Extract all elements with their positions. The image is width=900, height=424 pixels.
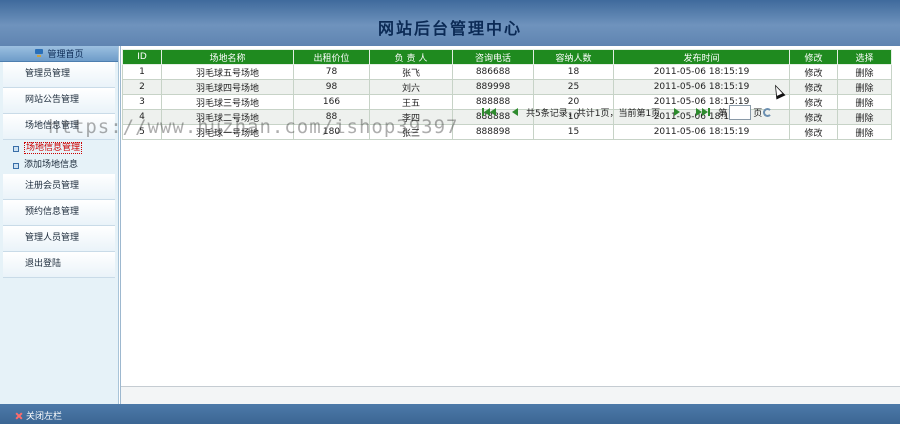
next-page-icon[interactable] (674, 107, 681, 117)
cell-price: 78 (293, 64, 370, 80)
cell-date: 2011-05-06 18:15:19 (613, 124, 790, 140)
cell-name: 羽毛球三号场地 (161, 94, 294, 110)
prev-page-icon[interactable] (512, 107, 518, 117)
sidebar-item-venue[interactable]: 场地信息管理 (3, 114, 115, 140)
header-banner: 网站后台管理中心 (0, 0, 900, 46)
cell-price: 180 (293, 124, 370, 140)
edit-link[interactable]: 修改 (789, 124, 838, 140)
cell-id: 4 (122, 109, 162, 125)
goto-label: 第 (718, 108, 728, 119)
column-header: 容纳人数 (533, 49, 614, 65)
cell-capacity: 15 (533, 124, 614, 140)
cell-name: 羽毛球四号场地 (161, 79, 294, 95)
submenu-venue-manage[interactable]: 场地信息管理 (0, 140, 118, 157)
sidebar-item-logout[interactable]: 退出登陆 (3, 252, 115, 278)
edit-link[interactable]: 修改 (789, 64, 838, 80)
column-header: 选择 (837, 49, 892, 65)
pagination-info: 共5条记录，共计1页，当前第1页 (526, 108, 661, 119)
bullet-icon (13, 163, 19, 169)
close-icon (16, 413, 22, 419)
cell-name: 羽毛球五号场地 (161, 64, 294, 80)
sidebar-item-staff[interactable]: 管理人员管理 (3, 226, 115, 252)
page-label: 页 (753, 108, 763, 119)
cell-phone: 886688 (452, 64, 534, 80)
cell-id: 2 (122, 79, 162, 95)
cell-name: 羽毛球二号场地 (161, 109, 294, 125)
submenu-label: 场地信息管理 (24, 142, 83, 154)
cell-phone: 888898 (452, 124, 534, 140)
sidebar-home[interactable]: 管理首页 (0, 46, 118, 62)
cell-date: 2011-05-06 18:15:19 (613, 79, 790, 95)
delete-link[interactable]: 删除 (837, 94, 892, 110)
first-page-icon[interactable] (482, 107, 496, 117)
cell-price: 88 (293, 109, 370, 125)
cell-id: 5 (122, 124, 162, 140)
delete-link[interactable]: 删除 (837, 79, 892, 95)
edit-link[interactable]: 修改 (789, 109, 838, 125)
edit-link[interactable]: 修改 (789, 79, 838, 95)
edit-link[interactable]: 修改 (789, 94, 838, 110)
page-title: 网站后台管理中心 (377, 19, 522, 38)
delete-link[interactable]: 删除 (837, 124, 892, 140)
cell-price: 166 (293, 94, 370, 110)
bullet-icon (13, 146, 19, 152)
page-number-input[interactable] (729, 104, 752, 120)
cell-name: 羽毛球一号场地 (161, 124, 294, 140)
table-row: 5 羽毛球一号场地 180 张三 888898 15 2011-05-06 18… (122, 124, 892, 140)
close-sidebar-label: 关闭左栏 (26, 412, 63, 422)
sidebar-home-label: 管理首页 (47, 50, 84, 60)
content-bottom-bar (121, 386, 900, 405)
footer-bar: 关闭左栏 (0, 404, 900, 424)
column-header: 发布时间 (613, 49, 790, 65)
column-header: 修改 (789, 49, 838, 65)
delete-link[interactable]: 删除 (837, 109, 892, 125)
last-page-icon[interactable] (696, 107, 711, 117)
cell-phone: 889998 (452, 79, 534, 95)
column-header: 负 责 人 (369, 49, 453, 65)
sidebar-item-reservations[interactable]: 预约信息管理 (3, 200, 115, 226)
refresh-icon[interactable] (763, 107, 773, 117)
table-header-row: ID 场地名称 出租价位 负 责 人 咨询电话 容纳人数 发布时间 修改 选择 (122, 49, 892, 65)
cell-manager: 刘六 (369, 79, 453, 95)
submenu-label: 添加场地信息 (24, 160, 79, 170)
submenu-venue-add[interactable]: 添加场地信息 (0, 157, 118, 174)
cell-id: 3 (122, 94, 162, 110)
cell-id: 1 (122, 64, 162, 80)
sidebar: 管理首页 管理员管理 网站公告管理 场地信息管理 场地信息管理 添加场地信息 注… (0, 46, 119, 404)
cell-manager: 张三 (369, 124, 453, 140)
sidebar-item-admin[interactable]: 管理员管理 (3, 62, 115, 88)
cell-date: 2011-05-06 18:15:19 (613, 64, 790, 80)
column-header: 咨询电话 (452, 49, 534, 65)
column-header: 出租价位 (293, 49, 370, 65)
column-header: 场地名称 (161, 49, 294, 65)
pagination: 共5条记录，共计1页，当前第1页 第 页 (474, 104, 773, 120)
delete-link[interactable]: 删除 (837, 64, 892, 80)
close-sidebar-button[interactable]: 关闭左栏 (16, 409, 62, 422)
sidebar-item-notice[interactable]: 网站公告管理 (3, 88, 115, 114)
table-row: 1 羽毛球五号场地 78 张飞 886688 18 2011-05-06 18:… (122, 64, 892, 80)
cell-capacity: 25 (533, 79, 614, 95)
cell-price: 98 (293, 79, 370, 95)
computer-icon (34, 49, 44, 58)
cell-manager: 张飞 (369, 64, 453, 80)
cell-manager: 李四 (369, 109, 453, 125)
main-content: ID 场地名称 出租价位 负 责 人 咨询电话 容纳人数 发布时间 修改 选择 … (120, 46, 900, 404)
cell-manager: 王五 (369, 94, 453, 110)
sidebar-item-members[interactable]: 注册会员管理 (3, 174, 115, 200)
column-header: ID (122, 49, 162, 65)
cell-capacity: 18 (533, 64, 614, 80)
